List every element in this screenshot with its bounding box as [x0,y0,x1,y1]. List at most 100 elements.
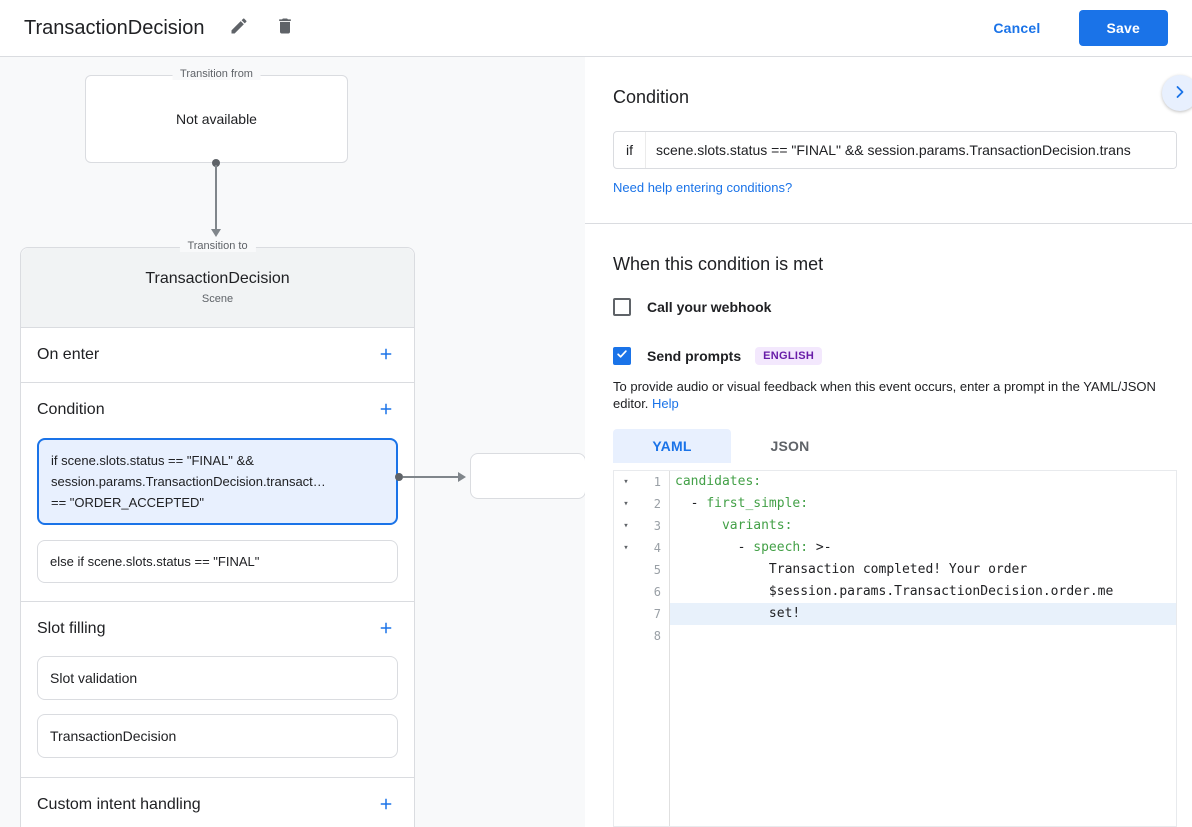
scene-node: Transition to TransactionDecision Scene … [20,247,415,827]
add-slot-button[interactable] [374,617,398,641]
line-number: 8 [638,625,669,647]
gutter-cell [614,559,638,581]
on-enter-label: On enter [37,346,99,364]
fold-toggle-icon[interactable]: ▾ [614,493,638,515]
check-icon [615,347,629,366]
webhook-checkbox[interactable] [613,298,631,316]
panel-divider [585,223,1192,224]
slot-item[interactable]: Slot validation [37,656,398,700]
condition-panel-title: Condition [613,87,689,108]
collapse-panel-button[interactable] [1162,75,1192,111]
webhook-row: Call your webhook [613,298,771,316]
condition-expression-input[interactable] [646,132,1176,168]
app-header: TransactionDecision Cancel Save [0,0,1192,57]
tab-yaml[interactable]: YAML [613,429,731,463]
scene-node-title: TransactionDecision [145,270,289,288]
section-slot-filling: Slot filling Slot validation Transaction… [21,602,414,778]
slot-item[interactable]: TransactionDecision [37,714,398,758]
yaml-text-token: $session.params.TransactionDecision.orde… [675,584,1113,599]
code-line[interactable]: set! [670,603,1176,625]
code-line[interactable]: Transaction completed! Your order [670,559,1176,581]
gutter-cell [614,581,638,603]
transition-to-label: Transition to [179,240,255,252]
fold-toggle-icon[interactable]: ▾ [614,515,638,537]
editor-linenumbers: 12345678 [638,471,670,826]
edit-scene-button[interactable] [228,17,250,39]
connector-horizontal-line [403,476,460,478]
delete-scene-button[interactable] [274,17,296,39]
description-text: To provide audio or visual feedback when… [613,379,1156,411]
editor-code: candidates: - first_simple: variants: - … [670,471,1176,826]
arrow-right-icon [458,472,466,482]
condition-if-row: if [613,131,1177,169]
custom-intent-label: Custom intent handling [37,796,201,814]
trash-icon [275,16,295,41]
help-link[interactable]: Help [652,396,679,411]
prompts-checkbox[interactable] [613,347,631,365]
connector-dot-condition [395,473,403,481]
gutter-cell [614,625,638,647]
yaml-key-token: speech: [753,540,808,555]
condition-help-link[interactable]: Need help entering conditions? [613,180,792,195]
scene-title: TransactionDecision [24,17,204,40]
arrow-down-icon [211,229,221,237]
yaml-text-token: - [675,496,706,511]
slot-filling-label: Slot filling [37,620,105,638]
line-number: 3 [638,515,669,537]
scene-node-header[interactable]: TransactionDecision Scene [21,248,414,328]
transition-from-value: Not available [176,111,257,127]
code-line[interactable]: - first_simple: [670,493,1176,515]
line-number: 5 [638,559,669,581]
plus-icon [377,619,395,640]
line-number: 2 [638,493,669,515]
condition-panel: Condition if Need help entering conditio… [585,57,1192,827]
code-line[interactable]: - speech: >- [670,537,1176,559]
editor-gutter: ▾▾▾▾ [614,471,638,826]
condition-item[interactable]: else if scene.slots.status == "FINAL" [37,540,398,583]
add-intent-button[interactable] [374,793,398,817]
pencil-icon [229,16,249,41]
section-on-enter: On enter [21,328,414,383]
condition-item-selected[interactable]: if scene.slots.status == "FINAL" && sess… [37,438,398,525]
yaml-text-token [675,518,722,533]
line-number: 1 [638,471,669,493]
chevron-right-icon [1170,82,1190,105]
condition-text-line: session.params.TransactionDecision.trans… [51,471,384,492]
tab-json[interactable]: JSON [731,429,849,463]
yaml-editor[interactable]: ▾▾▾▾ 12345678 candidates: - first_simple… [613,470,1177,827]
condition-text-line: == "ORDER_ACCEPTED" [51,492,384,513]
code-line[interactable]: candidates: [670,471,1176,493]
add-condition-button[interactable] [374,398,398,422]
line-number: 7 [638,603,669,625]
add-on-enter-button[interactable] [374,343,398,367]
code-line[interactable]: variants: [670,515,1176,537]
code-line[interactable] [670,625,1176,647]
plus-icon [377,400,395,421]
transition-from-label: Transition from [172,68,261,80]
condition-text-line: else if scene.slots.status == "FINAL" [50,551,385,572]
transition-target-node[interactable] [470,453,585,499]
language-badge: ENGLISH [755,347,822,365]
save-button[interactable]: Save [1079,10,1169,46]
prompts-description: To provide audio or visual feedback when… [613,378,1169,412]
yaml-key-token: first_simple: [706,496,808,511]
condition-section-label: Condition [37,401,105,419]
prompts-label: Send prompts [647,348,741,364]
scene-node-subtitle: Scene [202,293,233,305]
cancel-button[interactable]: Cancel [993,20,1040,36]
fold-toggle-icon[interactable]: ▾ [614,471,638,493]
yaml-text-token: Transaction completed! Your order [675,562,1027,577]
graph-canvas: Transition from Not available Transition… [0,57,585,827]
section-custom-intent: Custom intent handling [21,778,414,827]
when-met-title: When this condition is met [613,254,823,275]
section-condition: Condition if scene.slots.status == "FINA… [21,383,414,602]
yaml-key-token: candidates: [675,474,761,489]
webhook-label: Call your webhook [647,299,771,315]
condition-text-line: if scene.slots.status == "FINAL" && [51,450,384,471]
line-number: 6 [638,581,669,603]
prompts-row: Send prompts ENGLISH [613,347,822,365]
fold-toggle-icon[interactable]: ▾ [614,537,638,559]
code-line[interactable]: $session.params.TransactionDecision.orde… [670,581,1176,603]
plus-icon [377,795,395,816]
line-number: 4 [638,537,669,559]
